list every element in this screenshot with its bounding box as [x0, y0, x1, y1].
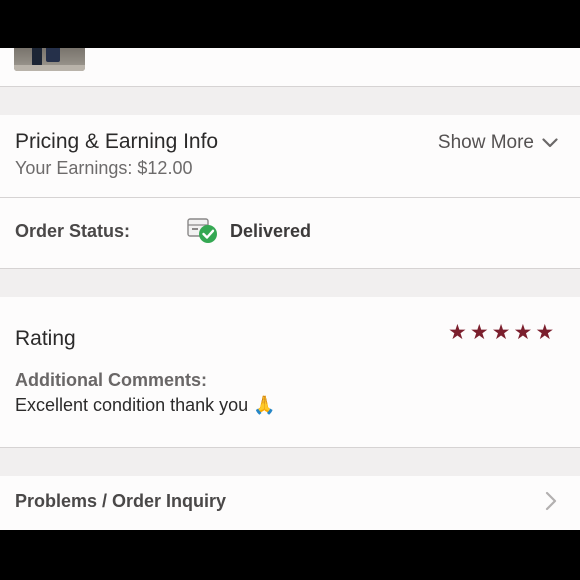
- section-gap: [0, 87, 580, 115]
- order-status-value: Delivered: [230, 221, 312, 241]
- order-status-label: Order Status:: [15, 221, 131, 241]
- star-icon: ★: [513, 321, 533, 344]
- pricing-section: [0, 115, 580, 197]
- item-thumbnail[interactable]: [14, 48, 85, 71]
- star-rating: ★ ★ ★ ★ ★: [448, 322, 554, 344]
- section-gap: [0, 269, 580, 297]
- comment-text: Excellent condition thank you 🙏: [15, 395, 276, 415]
- item-section: [0, 48, 580, 86]
- star-icon: ★: [491, 321, 511, 344]
- package-delivered-icon: [187, 218, 217, 243]
- problems-label[interactable]: Problems / Order Inquiry: [15, 491, 226, 512]
- comments-label: Additional Comments:: [15, 370, 207, 390]
- section-gap: [0, 448, 580, 476]
- chevron-down-icon: [542, 138, 558, 148]
- show-more-label: Show More: [437, 132, 534, 153]
- rating-title: Rating: [15, 327, 76, 350]
- pricing-title: Pricing & Earning Info: [15, 130, 219, 153]
- thumbnail-shape: [46, 48, 60, 62]
- star-icon: ★: [535, 321, 555, 344]
- thumbnail-shape: [14, 65, 85, 71]
- chevron-right-icon[interactable]: [544, 490, 558, 512]
- star-icon: ★: [469, 321, 489, 344]
- show-more-button[interactable]: Show More: [438, 132, 558, 154]
- star-icon: ★: [448, 321, 467, 344]
- earnings-text: Your Earnings: $12.00: [15, 158, 193, 178]
- thumbnail-shape: [32, 48, 42, 66]
- order-details-screen: Pricing & Earning Info Your Earnings: $1…: [0, 48, 580, 530]
